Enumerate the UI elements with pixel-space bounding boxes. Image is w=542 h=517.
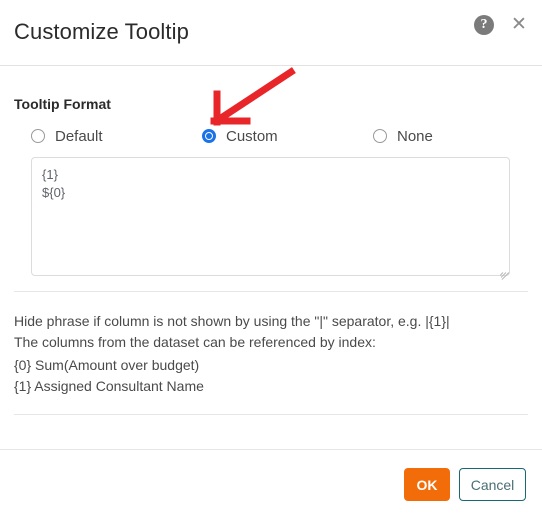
divider-below-help bbox=[14, 414, 528, 415]
customize-tooltip-dialog: Customize Tooltip ? ✕ Tooltip Format Def… bbox=[0, 0, 542, 517]
column-reference-1: {1} Assigned Consultant Name bbox=[14, 378, 204, 394]
column-reference-0: {0} Sum(Amount over budget) bbox=[14, 357, 200, 373]
radio-icon-custom-selected bbox=[202, 129, 216, 143]
radio-label-custom: Custom bbox=[226, 127, 278, 145]
help-line-separator: Hide phrase if column is not shown by us… bbox=[14, 313, 450, 329]
tooltip-format-textarea[interactable] bbox=[31, 157, 510, 276]
help-circle-icon[interactable]: ? bbox=[474, 15, 494, 35]
divider-above-help bbox=[14, 291, 528, 292]
help-text-block: Hide phrase if column is not shown by us… bbox=[14, 311, 524, 353]
tooltip-format-label: Tooltip Format bbox=[14, 96, 111, 112]
radio-option-none[interactable]: None bbox=[373, 125, 433, 147]
annotation-arrow-icon bbox=[210, 67, 296, 126]
radio-label-default: Default bbox=[55, 127, 103, 145]
radio-label-none: None bbox=[397, 127, 433, 145]
header-actions: ? ✕ bbox=[474, 15, 528, 35]
dialog-footer: OK Cancel bbox=[0, 450, 542, 517]
ok-button[interactable]: OK bbox=[404, 468, 450, 501]
column-reference-list: {0} Sum(Amount over budget) {1} Assigned… bbox=[14, 355, 524, 397]
tooltip-format-radio-group: Default Custom None bbox=[0, 125, 542, 149]
cancel-button[interactable]: Cancel bbox=[459, 468, 526, 501]
page-title: Customize Tooltip bbox=[14, 19, 189, 44]
radio-icon-default bbox=[31, 129, 45, 143]
radio-option-default[interactable]: Default bbox=[31, 125, 103, 147]
close-icon[interactable]: ✕ bbox=[510, 15, 528, 35]
help-line-columns-intro: The columns from the dataset can be refe… bbox=[14, 334, 376, 350]
dialog-header: Customize Tooltip ? ✕ bbox=[0, 0, 542, 66]
radio-option-custom[interactable]: Custom bbox=[202, 125, 278, 147]
radio-icon-none bbox=[373, 129, 387, 143]
